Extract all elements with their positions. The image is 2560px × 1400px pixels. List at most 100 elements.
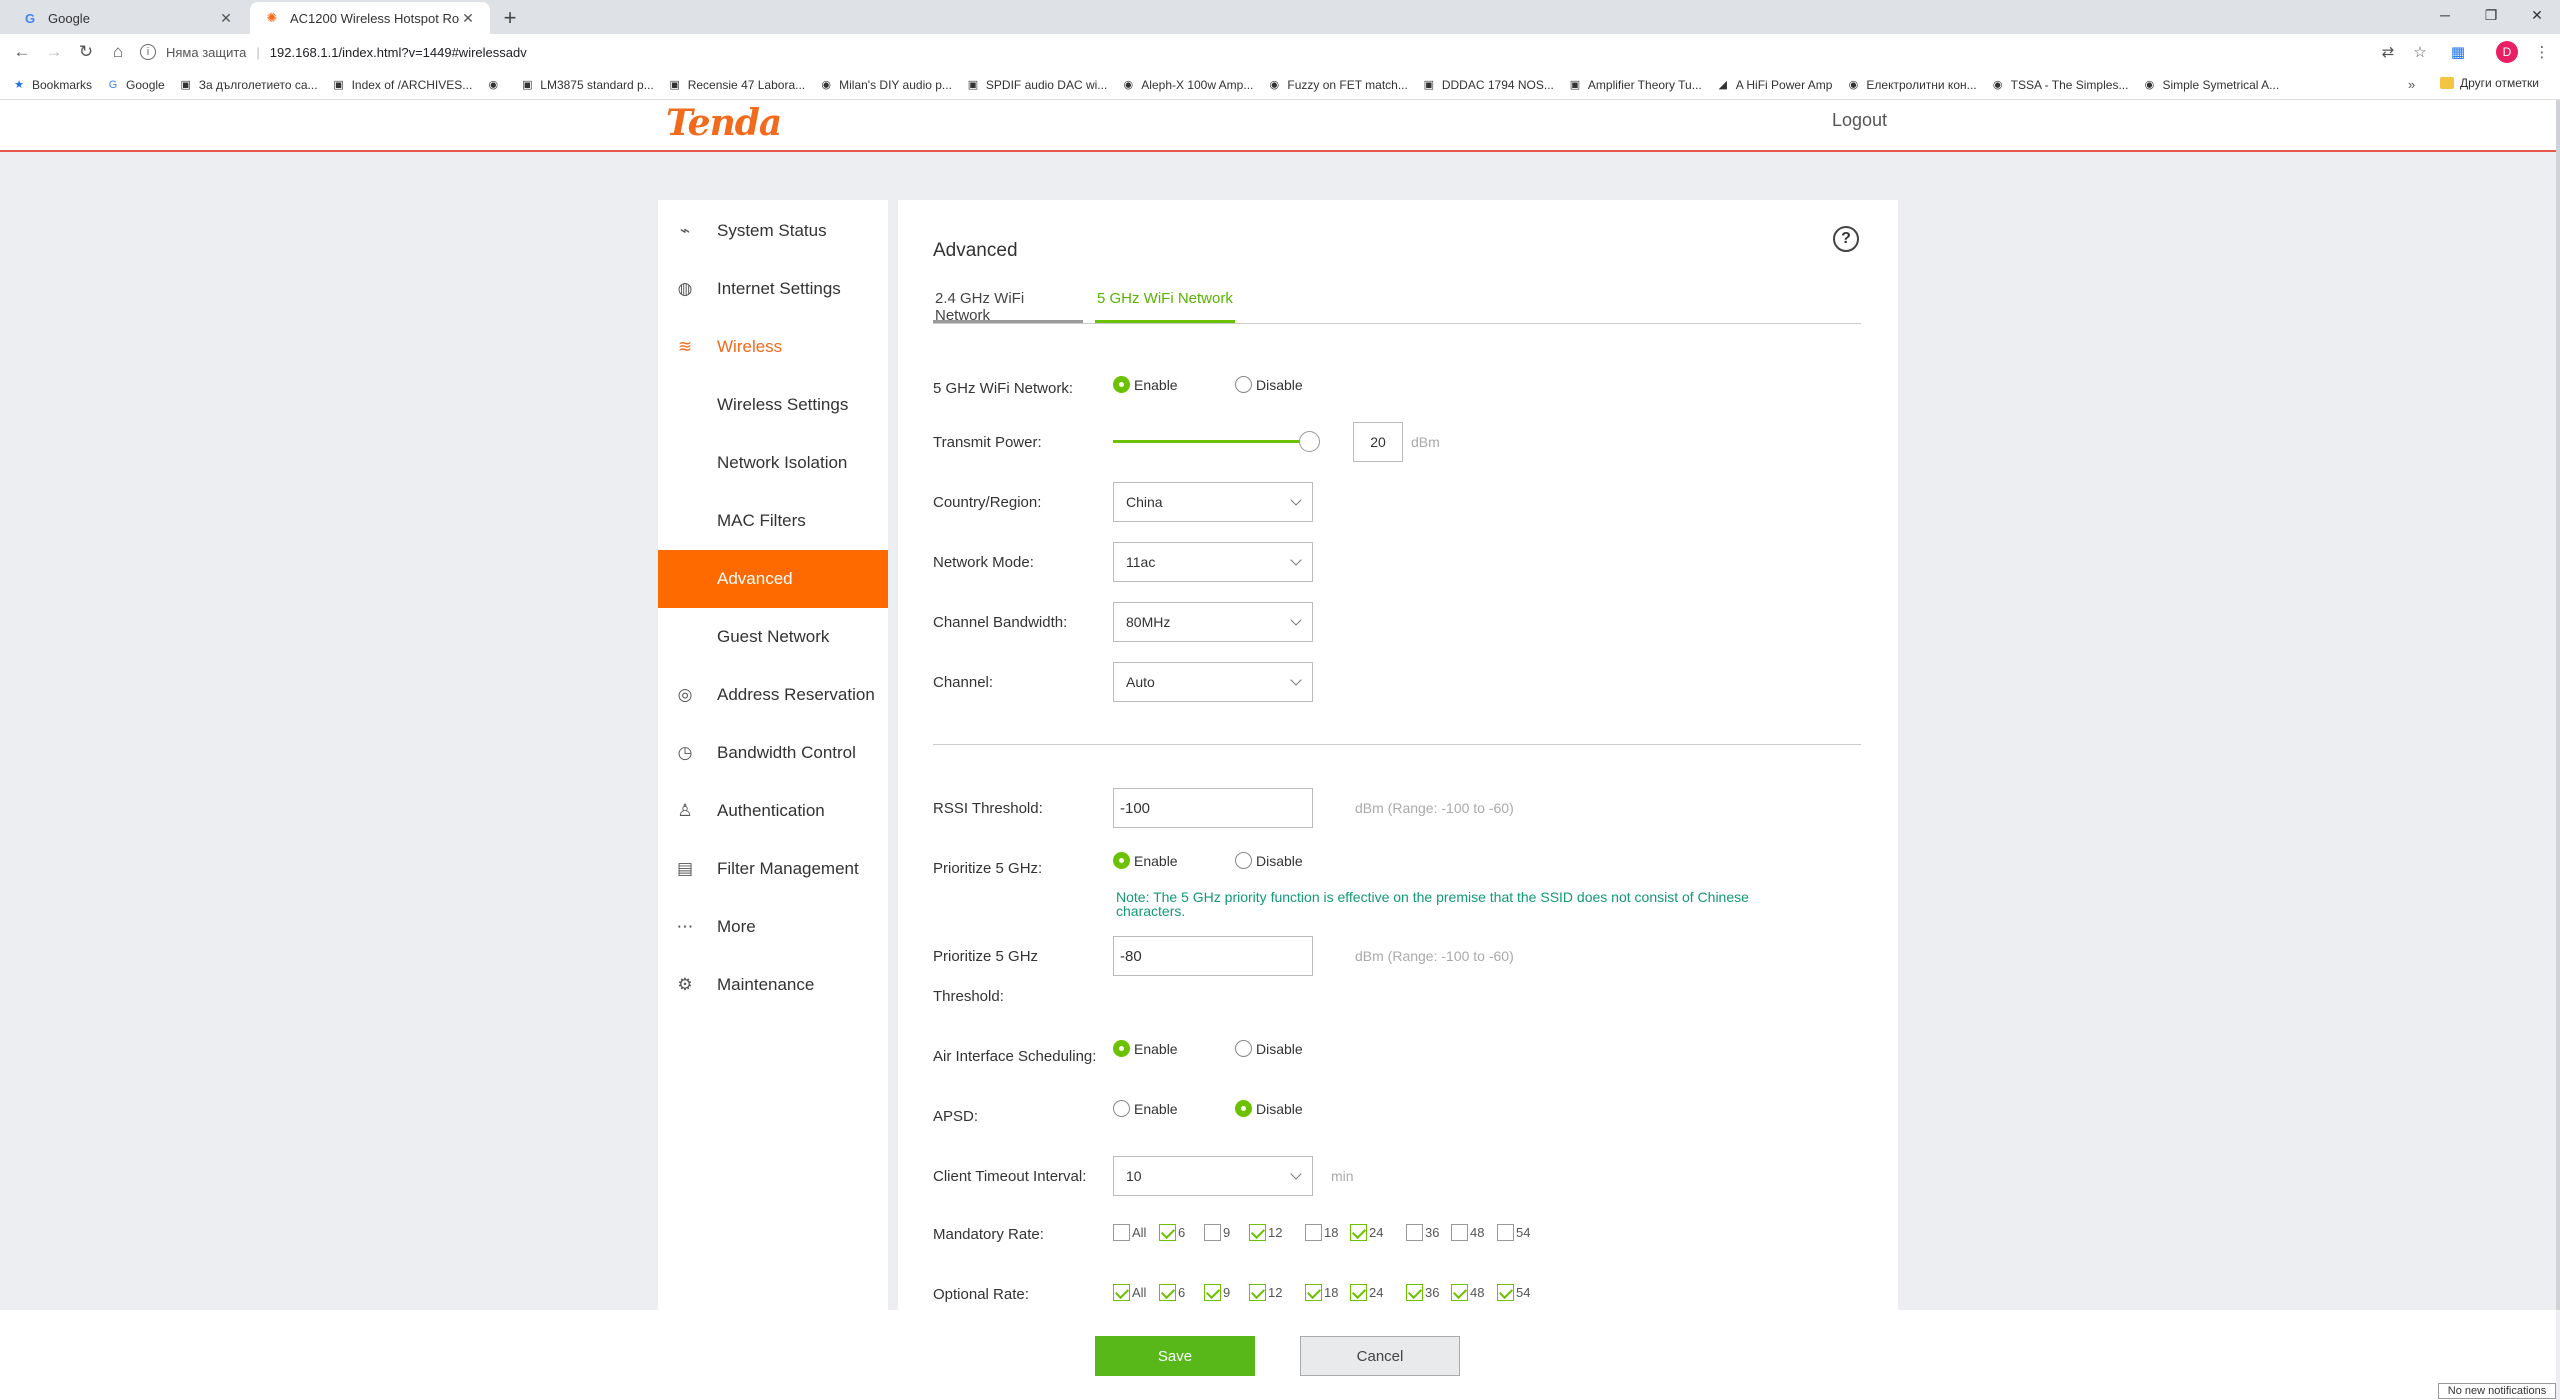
channel-bandwidth-select[interactable]: 80MHz (1113, 602, 1313, 642)
bookmark-favicon-icon: ▣ (333, 79, 344, 91)
mandatory-rate-checkbox-36[interactable]: 36 (1406, 1224, 1439, 1241)
bookmark-item[interactable]: ▣ SPDIF audio DAC wi... (966, 78, 1108, 92)
bookmark-item[interactable]: ◉ (486, 78, 506, 92)
client-timeout-select[interactable]: 10 (1113, 1156, 1313, 1196)
sidebar-item-wireless[interactable]: ≋ Wireless (658, 318, 888, 376)
network-mode-select[interactable]: 11ac (1113, 542, 1313, 582)
mandatory-rate-checkbox-18[interactable]: 18 (1305, 1224, 1338, 1241)
wifi-enable-radio[interactable]: Enable (1113, 376, 1178, 393)
air-interface-enable-radio[interactable]: Enable (1113, 1040, 1178, 1057)
optional-rate-checkbox-12[interactable]: 12 (1249, 1284, 1282, 1301)
bookmark-item[interactable]: ◉ Milan's DIY audio p... (819, 78, 952, 92)
bookmark-item[interactable]: ◉ TSSA - The Simples... (1991, 78, 2129, 92)
optional-rate-checkbox-24[interactable]: 24 (1350, 1284, 1383, 1301)
sidebar-item-authentication[interactable]: ♙ Authentication (658, 782, 888, 840)
bookmark-item[interactable]: ◉ Aleph-X 100w Amp... (1121, 78, 1253, 92)
bookmark-item[interactable]: ◉ Simple Symetrical A... (2142, 78, 2280, 92)
bookmark-item[interactable]: ◉ Fuzzy on FET match... (1267, 78, 1408, 92)
new-tab-button[interactable]: + (496, 4, 524, 32)
transmit-power-track[interactable] (1113, 440, 1309, 443)
home-icon[interactable]: ⌂ (104, 38, 132, 66)
mandatory-rate-checkbox-9[interactable]: 9 (1204, 1224, 1230, 1241)
info-icon[interactable]: i (140, 44, 156, 60)
mandatory-rate-checkbox-24[interactable]: 24 (1350, 1224, 1383, 1241)
air-interface-disable-radio[interactable]: Disable (1235, 1040, 1303, 1057)
rssi-input[interactable] (1113, 788, 1313, 828)
radio-dot (1235, 376, 1252, 393)
close-tab-icon[interactable]: ✕ (218, 10, 234, 27)
bookmark-item[interactable]: ▣ За дълголетието са... (179, 78, 318, 92)
browser-tab-router[interactable]: ✺ AC1200 Wireless Hotspot Router ✕ (250, 2, 490, 34)
bookmark-star-icon[interactable]: ☆ (2408, 40, 2432, 64)
optional-rate-checkbox-48[interactable]: 48 (1451, 1284, 1484, 1301)
cancel-button[interactable]: Cancel (1300, 1336, 1460, 1376)
url-text[interactable]: 192.168.1.1/index.html?v=1449#wirelessad… (270, 45, 527, 60)
browser-tab-google[interactable]: G Google ✕ (8, 2, 248, 34)
sidebar-item-internet-settings[interactable]: ◍ Internet Settings (658, 260, 888, 318)
bookmark-item[interactable]: G Google (106, 78, 165, 92)
close-tab-icon[interactable]: ✕ (460, 10, 476, 27)
bookmark-item[interactable]: ▣ Amplifier Theory Tu... (1568, 78, 1702, 92)
prioritize-enable-radio[interactable]: Enable (1113, 852, 1178, 869)
optional-rate-checkbox-36[interactable]: 36 (1406, 1284, 1439, 1301)
page-scrollbar[interactable] (2556, 100, 2560, 1310)
forward-icon[interactable]: → (40, 38, 68, 66)
bookmark-item[interactable]: ★ Bookmarks (12, 78, 92, 92)
sidebar-item-mac-filters[interactable]: MAC Filters (658, 492, 888, 550)
mandatory-rate-checkbox-all[interactable]: All (1113, 1224, 1146, 1241)
sidebar-item-more[interactable]: ⋯ More (658, 898, 888, 956)
sidebar-item-maintenance[interactable]: ⚙ Maintenance (658, 956, 888, 1014)
mandatory-rate-checkbox-12[interactable]: 12 (1249, 1224, 1282, 1241)
optional-rate-checkbox-9[interactable]: 9 (1204, 1284, 1230, 1301)
prioritize-disable-radio[interactable]: Disable (1235, 852, 1303, 869)
optional-rate-checkbox-18[interactable]: 18 (1305, 1284, 1338, 1301)
sidebar-item-address-reservation[interactable]: ◎ Address Reservation (658, 666, 888, 724)
tab-5ghz[interactable]: 5 GHz WiFi Network (1095, 290, 1235, 323)
sidebar-item-system-status[interactable]: ⌁ System Status (658, 202, 888, 260)
save-button[interactable]: Save (1095, 1336, 1255, 1376)
user-icon: ♙ (677, 801, 693, 820)
restore-icon[interactable]: ❐ (2468, 0, 2514, 30)
extension-icon[interactable]: ▦ (2446, 40, 2470, 64)
sidebar-item-network-isolation[interactable]: Network Isolation (658, 434, 888, 492)
bookmark-item[interactable]: ▣ DDDAC 1794 NOS... (1422, 78, 1554, 92)
reload-icon[interactable]: ↻ (72, 38, 100, 66)
logout-link[interactable]: Logout (1832, 110, 1887, 131)
channel-select[interactable]: Auto (1113, 662, 1313, 702)
other-bookmarks-folder[interactable]: Други отметки (2440, 76, 2539, 90)
bookmark-item[interactable]: ◉ Електролитни кон... (1846, 78, 1977, 92)
optional-rate-checkbox-6[interactable]: 6 (1159, 1284, 1185, 1301)
transmit-power-value[interactable]: 20 (1353, 422, 1403, 462)
prioritize-threshold-input[interactable] (1113, 936, 1313, 976)
tab-24ghz[interactable]: 2.4 GHz WiFi Network (933, 290, 1083, 324)
apsd-disable-radio[interactable]: Disable (1235, 1100, 1303, 1117)
apsd-enable-radio[interactable]: Enable (1113, 1100, 1178, 1117)
wifi-disable-radio[interactable]: Disable (1235, 376, 1303, 393)
address-bar[interactable]: i Няма защита | 192.168.1.1/index.html?v… (140, 37, 2360, 67)
sidebar-item-advanced[interactable]: Advanced (658, 550, 888, 608)
mandatory-rate-checkbox-6[interactable]: 6 (1159, 1224, 1185, 1241)
translate-icon[interactable]: ⇄ (2376, 40, 2400, 64)
country-select[interactable]: China (1113, 482, 1313, 522)
bookmark-item[interactable]: ▣ Index of /ARCHIVES... (332, 78, 472, 92)
sidebar-item-bandwidth-control[interactable]: ◷ Bandwidth Control (658, 724, 888, 782)
menu-kebab-icon[interactable]: ⋮ (2530, 40, 2554, 64)
minimize-icon[interactable]: ─ (2422, 0, 2468, 30)
back-icon[interactable]: ← (8, 38, 36, 66)
optional-rate-checkbox-all[interactable]: All (1113, 1284, 1146, 1301)
optional-rate-checkbox-54[interactable]: 54 (1497, 1284, 1530, 1301)
bookmark-item[interactable]: ▣ Recensie 47 Labora... (668, 78, 806, 92)
bookmark-item[interactable]: ◢ A HiFi Power Amp (1716, 78, 1832, 92)
help-icon[interactable]: ? (1833, 226, 1859, 252)
radio-label: Disable (1256, 376, 1303, 393)
sidebar-item-filter-management[interactable]: ▤ Filter Management (658, 840, 888, 898)
mandatory-rate-checkbox-54[interactable]: 54 (1497, 1224, 1530, 1241)
transmit-power-slider-handle[interactable] (1299, 431, 1320, 452)
mandatory-rate-checkbox-48[interactable]: 48 (1451, 1224, 1484, 1241)
sidebar-item-wireless-settings[interactable]: Wireless Settings (658, 376, 888, 434)
bookmarks-overflow-icon[interactable]: » (2408, 77, 2415, 92)
bookmark-item[interactable]: ▣ LM3875 standard p... (520, 78, 654, 92)
sidebar-item-guest-network[interactable]: Guest Network (658, 608, 888, 666)
close-window-icon[interactable]: ✕ (2514, 0, 2560, 30)
profile-avatar[interactable]: D (2496, 41, 2518, 63)
